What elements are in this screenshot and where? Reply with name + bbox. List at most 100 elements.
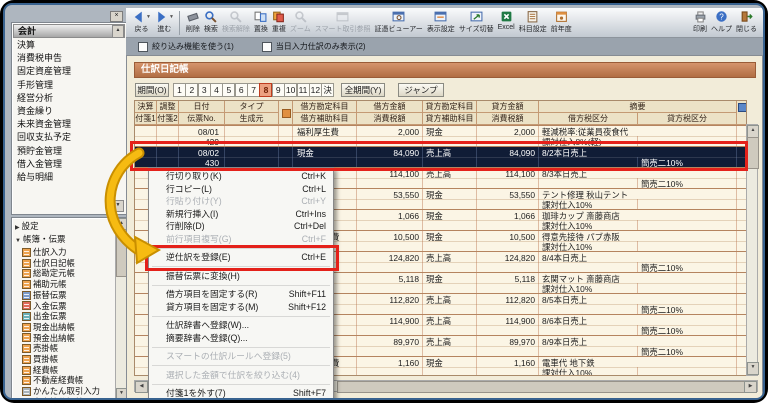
toolbar-button-印刷[interactable]: 印刷 bbox=[691, 10, 709, 34]
sidebar-item-補助元帳[interactable]: 補助元帳 bbox=[22, 279, 67, 290]
sidebar-item-不動産経費帳[interactable]: 不動産経費帳 bbox=[22, 375, 83, 386]
toolbar-button-戻る[interactable]: ▼戻る bbox=[130, 10, 153, 35]
sidebar-item-預金出納帳[interactable]: 預金出納帳 bbox=[22, 333, 75, 344]
menu-item-行切り取り(K)[interactable]: 行切り取り(K)Ctrl+K bbox=[149, 170, 333, 183]
period-button-10[interactable]: 10 bbox=[284, 83, 297, 97]
sidebar-category-accounting[interactable]: 会計 bbox=[13, 24, 125, 38]
period-button-9[interactable]: 9 bbox=[272, 83, 285, 97]
vertical-scrollbar[interactable]: ▲ ▼ bbox=[746, 124, 758, 376]
sidebar-item-現金出納帳[interactable]: 現金出納帳 bbox=[22, 322, 75, 333]
menu-item-借方項目を固定する(R)[interactable]: 借方項目を固定する(R)Shift+F11 bbox=[149, 288, 333, 301]
jump-button[interactable]: ジャンプ(M) bbox=[398, 83, 444, 97]
scrollbar-thumb[interactable] bbox=[337, 381, 747, 393]
scrollbar-thumb[interactable] bbox=[747, 137, 759, 169]
sidebar-item-5[interactable]: 資金繰り bbox=[14, 105, 113, 118]
toolbar-button-ヘルプ[interactable]: ?ヘルプ bbox=[709, 10, 734, 34]
sidebar-item-7[interactable]: 回収支払予定 bbox=[14, 131, 113, 144]
period-button-決[interactable]: 決 bbox=[321, 83, 334, 97]
period-button-12[interactable]: 12 bbox=[309, 83, 322, 97]
sidebar-item-9[interactable]: 借入金管理 bbox=[14, 158, 113, 171]
sidebar-item-買掛帳[interactable]: 買掛帳 bbox=[22, 354, 58, 365]
grid-line bbox=[736, 147, 737, 167]
list-scroll-down-icon[interactable]: ▼ bbox=[112, 200, 124, 212]
sidebar-item-1[interactable]: 消費税申告 bbox=[14, 52, 113, 65]
toolbar-button-置換[interactable]: 置換 bbox=[252, 10, 270, 35]
toolbar-button-表示設定[interactable]: 表示設定 bbox=[425, 10, 457, 35]
sidebar-item-仕訳入力[interactable]: 仕訳入力 bbox=[22, 247, 67, 258]
toolbar-button-閉じる[interactable]: 閉じる bbox=[734, 10, 759, 34]
sidebar-scrollbar[interactable]: ▲ ▼ bbox=[115, 218, 126, 400]
dropdown-arrow-icon[interactable]: ▼ bbox=[146, 14, 151, 20]
doc-orange-icon bbox=[22, 259, 31, 268]
toolbar-button-科目設定[interactable]: 科目設定 bbox=[517, 10, 549, 35]
sidebar-item-経費帳[interactable]: 経費帳 bbox=[22, 365, 58, 376]
menu-item-行コピー(L)[interactable]: 行コピー(L)Ctrl+L bbox=[149, 183, 333, 196]
toolbar-button-Excel[interactable]: Excel bbox=[496, 10, 517, 35]
column-header: 消費税額 bbox=[357, 113, 423, 125]
menu-item-摘要辞書へ登録(Q)...[interactable]: 摘要辞書へ登録(Q)... bbox=[149, 332, 333, 345]
menu-item-label: 貸方項目を固定する(M) bbox=[166, 302, 258, 312]
toolbar-button-検索[interactable]: 検索 bbox=[202, 10, 220, 35]
sidebar-item-仕訳日記帳[interactable]: 仕訳日記帳 bbox=[22, 258, 75, 269]
table-row[interactable]: 08/02430現金84,090売上高84,0908/2本日売上簡売二10% bbox=[135, 146, 747, 167]
list-scroll-up-icon[interactable]: ▲ bbox=[112, 25, 124, 38]
checkbox-icon[interactable] bbox=[262, 42, 272, 52]
menu-item-逆仕訳を登録(E)[interactable]: 逆仕訳を登録(E)Ctrl+E bbox=[149, 251, 333, 264]
toolbar-button-削除[interactable]: 削除 bbox=[184, 10, 202, 35]
column-header: 借方補助科目 bbox=[293, 113, 357, 125]
period-button-5[interactable]: 5 bbox=[222, 83, 235, 97]
sidebar-item-3[interactable]: 手形管理 bbox=[14, 79, 113, 92]
scroll-right-icon[interactable]: ▶ bbox=[744, 381, 757, 393]
period-button-1[interactable]: 1 bbox=[173, 83, 186, 97]
filter-checkbox-narrow-down[interactable]: 絞り込み機能を使う(1) bbox=[138, 41, 234, 52]
menu-item-スマートの仕訳ルールへ登録(5): スマートの仕訳ルールへ登録(5) bbox=[149, 350, 333, 363]
menu-item-仕訳辞書へ登録(W)...[interactable]: 仕訳辞書へ登録(W)... bbox=[149, 319, 333, 332]
sidebar-item-2[interactable]: 固定資産管理 bbox=[14, 65, 113, 78]
sidebar-item-8[interactable]: 預貯金管理 bbox=[14, 145, 113, 158]
filter-checkbox-today-only[interactable]: 当日入力仕訳のみ表示(2) bbox=[262, 41, 366, 52]
menu-item-付箋1を外す(7)[interactable]: 付箋1を外す(7)Shift+F7 bbox=[149, 387, 333, 400]
period-label-button[interactable]: 期間(O) bbox=[135, 83, 169, 97]
toolbar-button-サイズ切替[interactable]: サイズ切替 bbox=[457, 10, 496, 35]
menu-item-付箋2を外す(8)[interactable]: 付箋2を外す(8)Shift+F8 bbox=[149, 400, 333, 401]
sidebar-item-売掛帳[interactable]: 売掛帳 bbox=[22, 343, 58, 354]
sidebar-item-家事按分振替[interactable]: 家事按分振替 bbox=[22, 397, 83, 400]
toolbar-button-証憑ビューアー[interactable]: 証憑ビューアー bbox=[373, 10, 425, 35]
period-button-8[interactable]: 8 bbox=[259, 83, 272, 97]
toolbar-button-重複[interactable]: 重複 bbox=[270, 10, 288, 35]
menu-item-新規行挿入(I)[interactable]: 新規行挿入(I)Ctrl+Ins bbox=[149, 208, 333, 221]
sidebar-item-出金伝票[interactable]: 出金伝票 bbox=[22, 311, 67, 322]
sidebar-item-総勘定元帳[interactable]: 総勘定元帳 bbox=[22, 268, 75, 279]
sidebar-item-入金伝票[interactable]: 入金伝票 bbox=[22, 301, 67, 312]
scroll-down-icon[interactable]: ▼ bbox=[747, 362, 759, 375]
toolbar-button-前年度[interactable]: 前年度 bbox=[549, 10, 574, 35]
sidebar-item-4[interactable]: 経営分析 bbox=[14, 92, 113, 105]
menu-item-貸方項目を固定する(M)[interactable]: 貸方項目を固定する(M)Shift+F12 bbox=[149, 301, 333, 314]
menu-item-label: 借方項目を固定する(R) bbox=[166, 289, 257, 299]
sidebar-item-かんたん取引入力[interactable]: かんたん取引入力 bbox=[22, 386, 100, 397]
grid-line bbox=[736, 273, 737, 293]
tree-item-books-vouchers[interactable]: ▼帳簿・伝票 bbox=[15, 233, 65, 245]
sidebar-item-6[interactable]: 未来資金管理 bbox=[14, 118, 113, 131]
sidebar-item-振替伝票[interactable]: 振替伝票 bbox=[22, 290, 67, 301]
toolbar-button-進む[interactable]: ▼進む bbox=[153, 10, 176, 35]
menu-item-行削除(D)[interactable]: 行削除(D)Ctrl+Del bbox=[149, 220, 333, 233]
menu-item-振替伝票に変換(H)[interactable]: 振替伝票に変換(H) bbox=[149, 270, 333, 283]
tree-item-settings[interactable]: ▶設定 bbox=[15, 220, 39, 232]
scroll-left-icon[interactable]: ◀ bbox=[135, 381, 148, 393]
period-button-6[interactable]: 6 bbox=[235, 83, 248, 97]
panel-close-icon[interactable]: × bbox=[110, 11, 123, 22]
checkbox-icon[interactable] bbox=[138, 42, 148, 52]
sidebar-item-10[interactable]: 給与明細 bbox=[14, 171, 113, 184]
column-config-icon[interactable] bbox=[738, 103, 747, 112]
table-row[interactable]: 08/01429福利厚生費2,000現金2,000軽減税率:従業員夜食代課対仕入… bbox=[135, 125, 747, 146]
dropdown-arrow-icon[interactable]: ▼ bbox=[169, 14, 174, 20]
doc-blue-icon bbox=[22, 291, 31, 300]
period-button-4[interactable]: 4 bbox=[210, 83, 223, 97]
period-button-2[interactable]: 2 bbox=[185, 83, 198, 97]
period-button-11[interactable]: 11 bbox=[297, 83, 310, 97]
period-button-7[interactable]: 7 bbox=[247, 83, 260, 97]
sidebar-item-0[interactable]: 決算 bbox=[14, 39, 113, 52]
period-button-3[interactable]: 3 bbox=[198, 83, 211, 97]
all-period-button[interactable]: 全期間(Y) bbox=[341, 83, 385, 97]
